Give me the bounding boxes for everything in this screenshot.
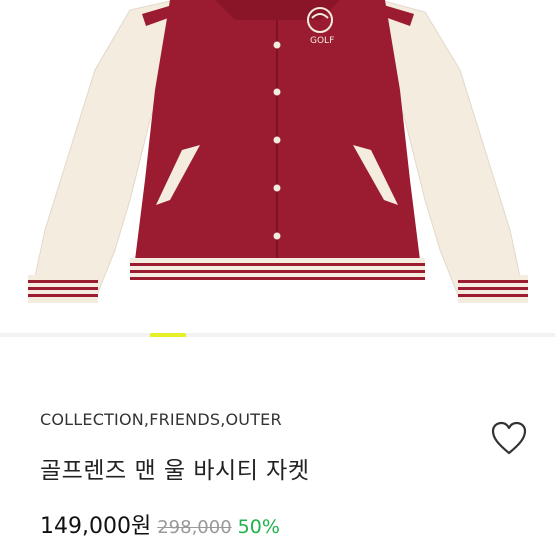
sale-price: 149,000원 [40, 514, 152, 539]
original-price: 298,000 [157, 517, 232, 538]
product-category: COLLECTION,FRIENDS,OUTER [40, 410, 282, 429]
discount-rate: 50% [237, 516, 280, 538]
product-image[interactable]: GOLF [0, 0, 555, 330]
heart-outline-icon [491, 421, 527, 455]
wishlist-button[interactable] [490, 420, 528, 456]
product-title: 골프렌즈 맨 울 바시티 자켓 [40, 458, 310, 484]
carousel-indicator-active [150, 333, 186, 337]
carousel-indicator [0, 333, 555, 337]
logo-text: GOLF [310, 36, 334, 46]
price-row: 149,000원 298,000 50% [40, 508, 280, 540]
jacket-illustration: GOLF [28, 0, 528, 303]
